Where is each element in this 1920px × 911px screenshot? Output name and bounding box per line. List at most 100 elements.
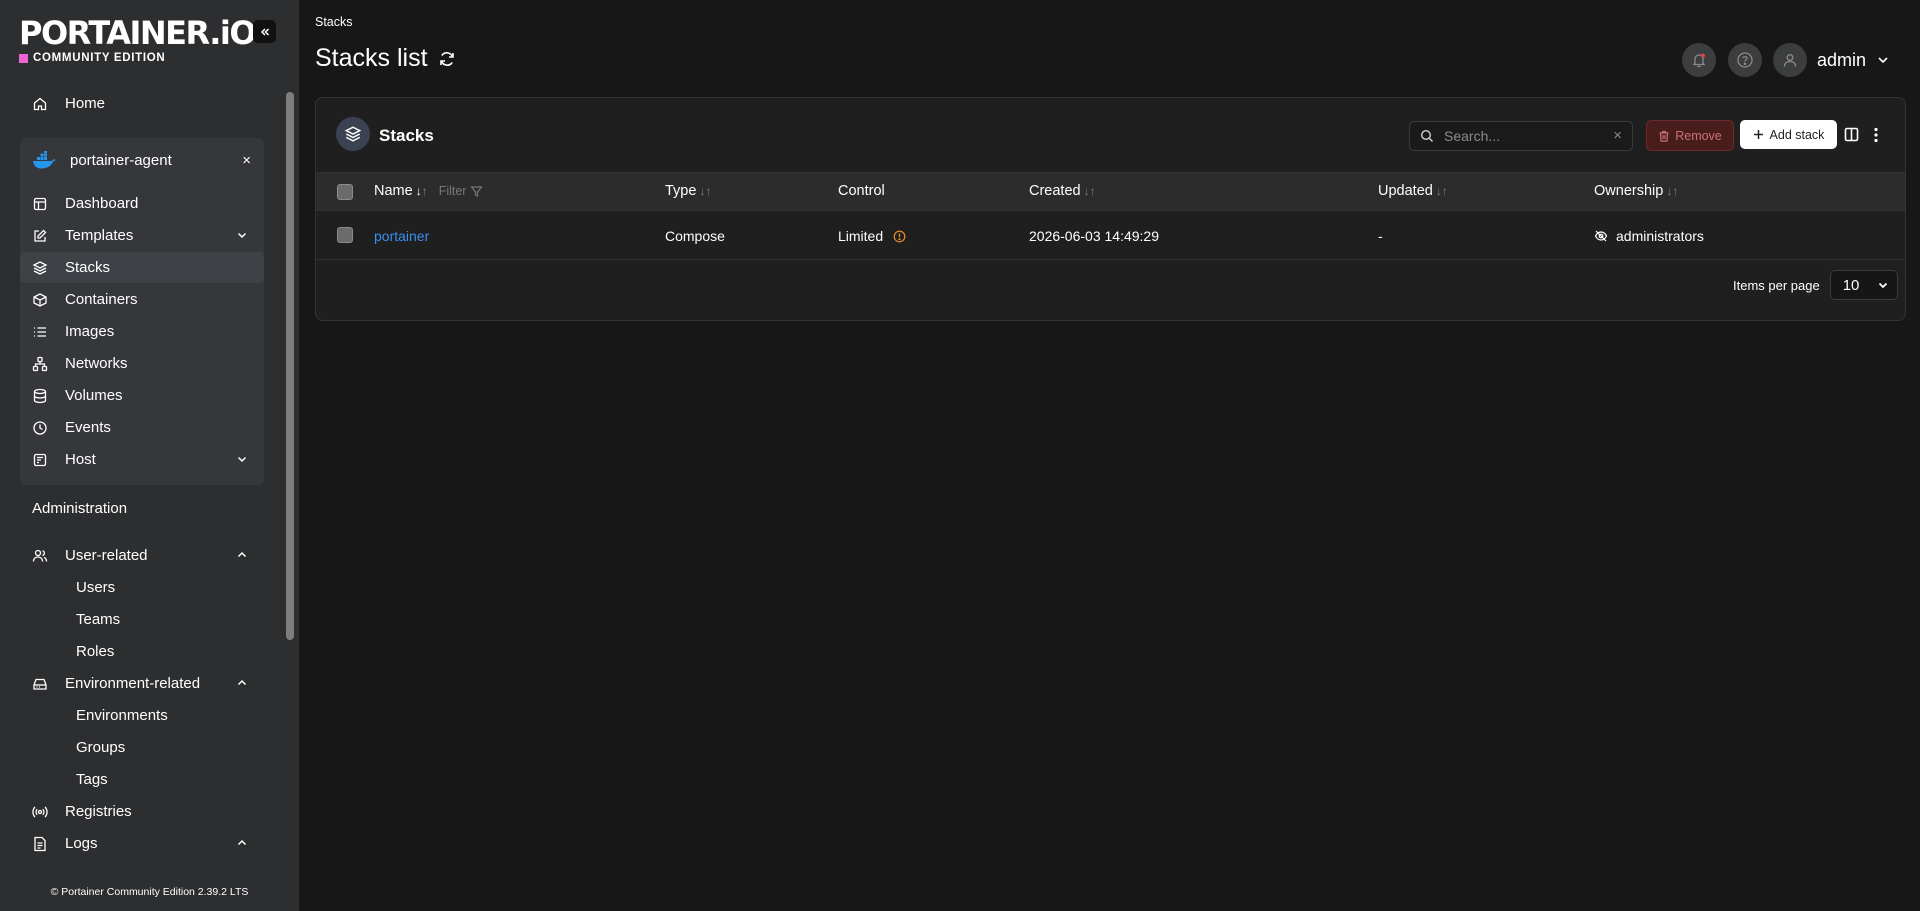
column-created[interactable]: Created ↓↑ <box>1029 183 1096 199</box>
sidebar-item-label: Registries <box>65 803 132 820</box>
column-name-label: Name <box>374 183 413 199</box>
dashboard-icon <box>33 197 47 210</box>
sidebar-scrollbar[interactable] <box>286 92 294 640</box>
items-per-page-label: Items per page <box>1733 277 1820 293</box>
items-per-page-select[interactable]: 10 <box>1829 270 1898 300</box>
user-icon <box>1783 54 1797 67</box>
trash-icon <box>1659 130 1669 142</box>
environment-header[interactable]: portainer-agent × <box>20 144 264 176</box>
edition-text: COMMUNITY EDITION <box>33 52 166 64</box>
search-icon <box>1420 129 1433 142</box>
close-environment-button[interactable]: × <box>242 152 251 169</box>
sidebar-item-user-related[interactable]: User-related <box>20 540 264 571</box>
sidebar-item-label: User-related <box>65 547 148 564</box>
sidebar-item-events[interactable]: Events <box>20 412 264 443</box>
name-filter[interactable]: Filter <box>439 184 484 198</box>
version-footer: © Portainer Community Edition 2.39.2 LTS <box>0 873 299 911</box>
row-checkbox[interactable] <box>337 227 353 243</box>
column-ownership[interactable]: Ownership ↓↑ <box>1594 183 1678 199</box>
sort-icon: ↓↑ <box>1666 184 1679 198</box>
sort-icon: ↓↑ <box>1083 184 1096 198</box>
edition-label: COMMUNITY EDITION <box>19 52 255 64</box>
remove-button-label: Remove <box>1675 128 1722 143</box>
users-icon <box>32 549 48 562</box>
logo-text: PORTAINER.iO <box>19 14 257 52</box>
username: admin <box>1817 49 1867 70</box>
sort-icon: ↓↑ <box>699 184 712 198</box>
table-header: Name ↓↑ Filter Type ↓↑ Control Created ↓… <box>316 172 1905 211</box>
sidebar-item-dashboard[interactable]: Dashboard <box>20 188 264 219</box>
notifications-button[interactable] <box>1682 43 1716 77</box>
column-ownership-label: Ownership <box>1594 183 1664 199</box>
sidebar-item-users[interactable]: Users <box>76 572 115 603</box>
page-title: Stacks list <box>315 44 456 73</box>
clear-search-icon[interactable]: × <box>1613 127 1622 144</box>
refresh-icon[interactable] <box>438 50 456 68</box>
add-stack-button[interactable]: Add stack <box>1740 120 1837 149</box>
select-all-checkbox[interactable] <box>337 184 353 200</box>
collapse-sidebar-button[interactable] <box>253 20 276 43</box>
sidebar-item-images[interactable]: Images <box>20 316 264 347</box>
layers-icon <box>344 126 362 142</box>
search-input[interactable] <box>1442 127 1606 145</box>
column-updated[interactable]: Updated ↓↑ <box>1378 183 1448 199</box>
chevrons-left-icon <box>260 27 269 36</box>
network-icon <box>32 356 48 371</box>
columns-icon[interactable] <box>1844 127 1859 142</box>
filter-icon <box>470 185 484 197</box>
chevron-up-icon <box>237 551 247 558</box>
sidebar-item-label: Templates <box>65 227 134 244</box>
column-updated-label: Updated <box>1378 183 1433 199</box>
sidebar-item-environment-related[interactable]: Environment-related <box>20 668 264 699</box>
administration-heading: Administration <box>32 500 128 517</box>
chevron-up-icon <box>237 679 247 686</box>
info-circle-icon[interactable] <box>893 230 906 243</box>
radio-icon <box>32 806 48 817</box>
sidebar-item-tags[interactable]: Tags <box>76 764 108 795</box>
sidebar-item-label: Environment-related <box>65 675 201 692</box>
home-icon <box>33 97 47 110</box>
user-menu[interactable]: admin <box>1773 43 1890 77</box>
sidebar: PORTAINER.iO COMMUNITY EDITION Home port… <box>0 0 299 911</box>
sort-icon: ↓↑ <box>415 184 428 198</box>
more-vertical-icon[interactable] <box>1873 127 1879 143</box>
column-name[interactable]: Name ↓↑ Filter <box>374 183 484 199</box>
stack-control: Limited <box>838 228 906 244</box>
sidebar-item-environments[interactable]: Environments <box>76 700 168 731</box>
sidebar-item-logs[interactable]: Logs <box>20 828 264 859</box>
sidebar-item-host[interactable]: Host <box>20 444 264 475</box>
chevron-down-icon <box>1878 282 1887 289</box>
sidebar-item-teams[interactable]: Teams <box>76 604 120 635</box>
stack-control-value: Limited <box>838 228 884 244</box>
table-row[interactable]: portainer Compose Limited 2026-06-03 14:… <box>316 211 1905 260</box>
sidebar-item-groups[interactable]: Groups <box>76 732 125 763</box>
list-icon <box>34 326 46 337</box>
help-button[interactable] <box>1728 43 1762 77</box>
sidebar-item-label: Volumes <box>65 387 123 404</box>
panel-title: Stacks <box>379 126 434 145</box>
sidebar-item-networks[interactable]: Networks <box>20 348 264 379</box>
column-type[interactable]: Type ↓↑ <box>665 183 711 199</box>
docker-icon <box>33 151 56 169</box>
sidebar-item-templates[interactable]: Templates <box>20 220 264 251</box>
sidebar-item-stacks[interactable]: Stacks <box>20 252 264 283</box>
sidebar-item-label: Stacks <box>65 259 111 276</box>
stack-name-link[interactable]: portainer <box>374 228 429 244</box>
chevron-down-icon <box>237 456 247 463</box>
page-title-text: Stacks list <box>315 44 428 72</box>
bell-icon <box>1692 53 1706 68</box>
box-icon <box>33 292 47 307</box>
sidebar-item-home[interactable]: Home <box>20 88 264 119</box>
chevron-up-icon <box>237 839 247 846</box>
sidebar-item-roles[interactable]: Roles <box>76 636 114 667</box>
column-control-label: Control <box>838 183 885 199</box>
remove-button[interactable]: Remove <box>1646 120 1734 151</box>
sidebar-item-registries[interactable]: Registries <box>20 796 264 827</box>
sidebar-item-containers[interactable]: Containers <box>20 284 264 315</box>
search-field[interactable]: × <box>1409 121 1633 151</box>
sidebar-item-volumes[interactable]: Volumes <box>20 380 264 411</box>
portainer-logo[interactable]: PORTAINER.iO COMMUNITY EDITION <box>19 14 257 64</box>
sidebar-item-label: Host <box>65 451 96 468</box>
stacks-panel-icon <box>336 117 370 151</box>
edition-square-icon <box>19 53 28 63</box>
